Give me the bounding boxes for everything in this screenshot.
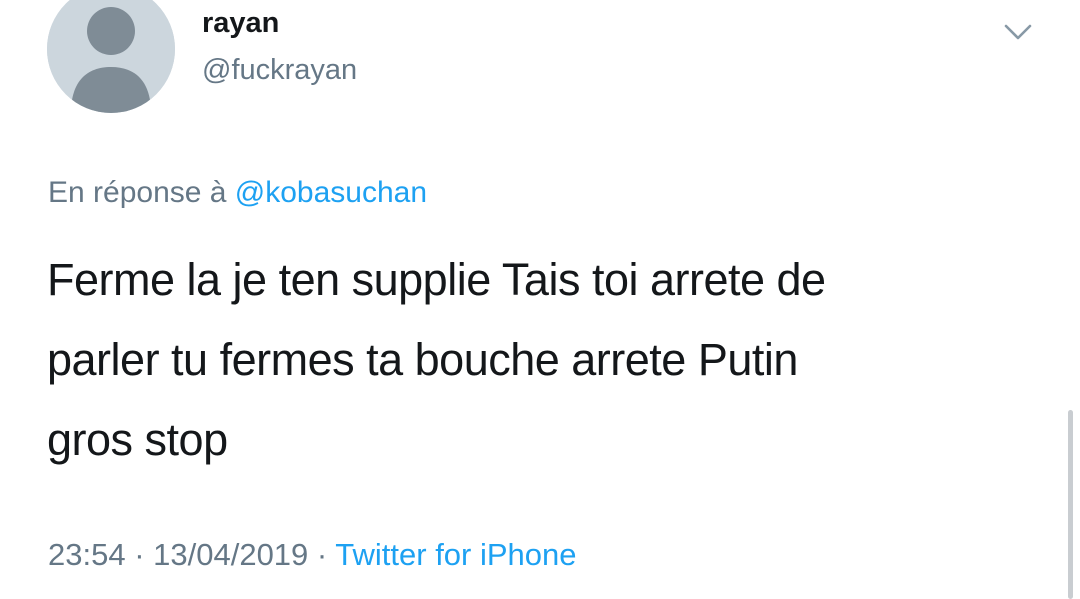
meta-separator: · <box>308 537 336 572</box>
tweet-text-line: gros stop <box>47 414 228 465</box>
tweet-card: rayan @fuckrayan En réponse à @kobasucha… <box>0 0 1080 599</box>
reply-context: En réponse à @kobasuchan <box>48 174 427 212</box>
avatar[interactable] <box>47 0 175 113</box>
chevron-down-icon[interactable] <box>1000 14 1036 50</box>
scrollbar[interactable] <box>1068 410 1073 599</box>
tweet-source-link[interactable]: Twitter for iPhone <box>335 537 576 572</box>
meta-separator: · <box>125 537 154 572</box>
tweet-time: 23:54 <box>48 537 126 572</box>
tweet-text-line: Ferme la je ten supplie Tais toi arrete … <box>47 254 826 305</box>
tweet-date: 13/04/2019 <box>153 537 309 572</box>
reply-prefix: En réponse à <box>48 176 235 209</box>
default-profile-icon <box>47 0 175 113</box>
tweet-text-line: parler tu fermes ta bouche arrete Putin <box>47 334 798 385</box>
author-display-name[interactable]: rayan <box>202 6 279 40</box>
tweet-text: Ferme la je ten supplie Tais toi arrete … <box>47 240 1007 480</box>
tweet-meta: 23:54 · 13/04/2019 · Twitter for iPhone <box>48 535 577 575</box>
author-handle[interactable]: @fuckrayan <box>202 53 357 87</box>
reply-mention-link[interactable]: @kobasuchan <box>235 176 427 209</box>
